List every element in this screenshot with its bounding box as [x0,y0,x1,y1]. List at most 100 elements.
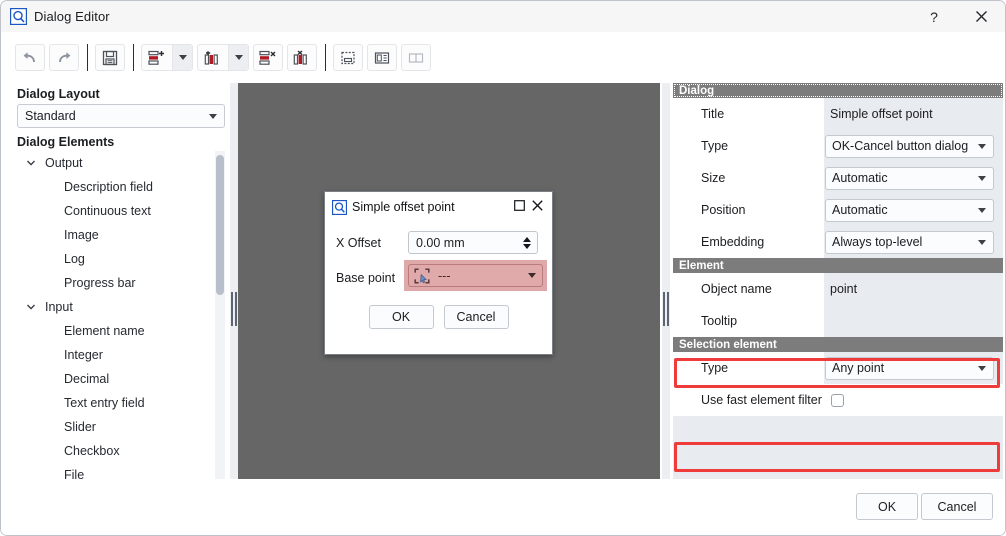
magnifier-icon [10,8,27,25]
prop-row-use-fast-element-filter[interactable]: Use fast element filter [673,384,1003,416]
dialog-layout-value: Standard [18,109,202,123]
chevron-down-icon[interactable] [23,302,39,312]
two-pane-view-button[interactable] [401,44,431,71]
section-header-element: Element [673,258,1003,273]
select-size[interactable]: Automatic [825,167,994,190]
spinner-arrows-icon[interactable] [517,237,537,249]
tree-scrollbar[interactable] [215,151,225,535]
select-type[interactable]: Any point [825,357,994,380]
tree-item-log[interactable]: Log [17,247,231,271]
tree-item-label: Description field [64,180,153,194]
prop-value-embedding: Always top-level [824,226,1003,258]
tree-item-label: Output [45,156,83,170]
left-splitter[interactable] [230,83,238,535]
tree-item-image[interactable]: Image [17,223,231,247]
tree-scrollbar-thumb[interactable] [216,155,224,295]
chevron-down-icon [202,114,224,119]
footer-bar: OK Cancel [1,479,1005,535]
preview-close-button[interactable] [528,200,546,214]
undo-arrow-icon [21,50,39,66]
tree-item-element-name[interactable]: Element name [17,319,231,343]
tree-item-description-field[interactable]: Description field [17,175,231,199]
select-embedding[interactable]: Always top-level [825,231,994,254]
prop-row-object-name: Object namepoint [673,273,1003,305]
tree-item-input[interactable]: Input [17,295,231,319]
save-disk-icon [102,50,118,66]
close-icon [532,200,543,211]
prop-value-size: Automatic [824,162,1003,194]
dialog-preview-canvas[interactable]: Simple offset point X Offset [238,83,660,483]
tree-item-output[interactable]: Output [17,151,231,175]
add-row-button[interactable] [142,45,172,70]
prop-row-size: SizeAutomatic [673,162,1003,194]
add-row-group [141,44,193,71]
prop-label-type: Type [673,130,824,162]
tree-item-decimal[interactable]: Decimal [17,367,231,391]
preview-dialog: Simple offset point X Offset [324,191,553,355]
prop-label-title: Title [673,98,824,130]
prop-label-type: Type [673,352,824,384]
ok-button[interactable]: OK [856,493,918,520]
tree-item-label: Checkbox [64,444,120,458]
tree-item-slider[interactable]: Slider [17,415,231,439]
chevron-down-icon [971,144,993,149]
preview-dialog-title: Simple offset point [352,200,510,214]
preview-cancel-button[interactable]: Cancel [444,305,509,329]
checkbox-use-fast-element-filter[interactable] [831,394,844,407]
tree-item-text-entry-field[interactable]: Text entry field [17,391,231,415]
prop-row-tooltip: Tooltip [673,305,1003,337]
tree-item-label: Continuous text [64,204,151,218]
dialog-layout-select[interactable]: Standard [17,104,225,128]
right-splitter[interactable] [662,83,670,535]
preview-button-row: OK Cancel [325,305,552,329]
split-view-icon [374,50,390,66]
tree-item-label: Image [64,228,99,242]
window-title: Dialog Editor [34,9,110,24]
prop-value-tooltip[interactable] [824,305,1003,337]
add-column-dropdown[interactable] [228,45,248,70]
undo-button[interactable] [15,44,45,71]
x-offset-spinbox[interactable]: 0.00 mm [408,231,538,254]
close-button[interactable] [957,1,1005,32]
section-header-dialog: Dialog [673,83,1003,98]
tree-item-label: Input [45,300,73,314]
preview-dialog-titlebar: Simple offset point [325,192,552,222]
tree-item-label: Text entry field [64,396,145,410]
save-button[interactable] [95,44,125,71]
preview-ok-button[interactable]: OK [369,305,434,329]
chevron-down-icon[interactable] [23,158,39,168]
prop-row-position: PositionAutomatic [673,194,1003,226]
base-point-select[interactable]: --- [408,264,543,287]
tree-item-integer[interactable]: Integer [17,343,231,367]
prop-label-size: Size [673,162,824,194]
add-column-button[interactable] [198,45,228,70]
prop-value-text-size: Automatic [826,171,971,185]
delete-column-button[interactable] [287,44,317,71]
preview-label-base-point: Base point [336,271,408,285]
tree-item-label: Integer [64,348,103,362]
help-label: ? [930,9,938,25]
cancel-button[interactable]: Cancel [921,493,993,520]
help-button[interactable]: ? [911,1,957,32]
add-row-dropdown[interactable] [172,45,192,70]
select-position[interactable]: Automatic [825,199,994,222]
splitter-grip [231,292,237,326]
redo-button[interactable] [49,44,79,71]
prop-label-tooltip: Tooltip [673,305,824,337]
prop-value-title[interactable]: Simple offset point [824,98,1003,130]
preview-dialog-icon [340,50,356,66]
prop-value-object-name[interactable]: point [824,273,1003,305]
tree-item-checkbox[interactable]: Checkbox [17,439,231,463]
prop-value-position: Automatic [824,194,1003,226]
dialog-editor-window: Dialog Editor ? [0,0,1006,536]
tree-item-continuous-text[interactable]: Continuous text [17,199,231,223]
preview-maximize-button[interactable] [510,200,528,214]
tree-item-progress-bar[interactable]: Progress bar [17,271,231,295]
split-view-button[interactable] [367,44,397,71]
prop-row-type: TypeAny point [673,352,1003,384]
delete-row-button[interactable] [253,44,283,71]
preview-dialog-button[interactable] [333,44,363,71]
select-type[interactable]: OK-Cancel button dialog [825,135,994,158]
prop-label-object-name: Object name [673,273,824,305]
tree-item-label: Element name [64,324,145,338]
